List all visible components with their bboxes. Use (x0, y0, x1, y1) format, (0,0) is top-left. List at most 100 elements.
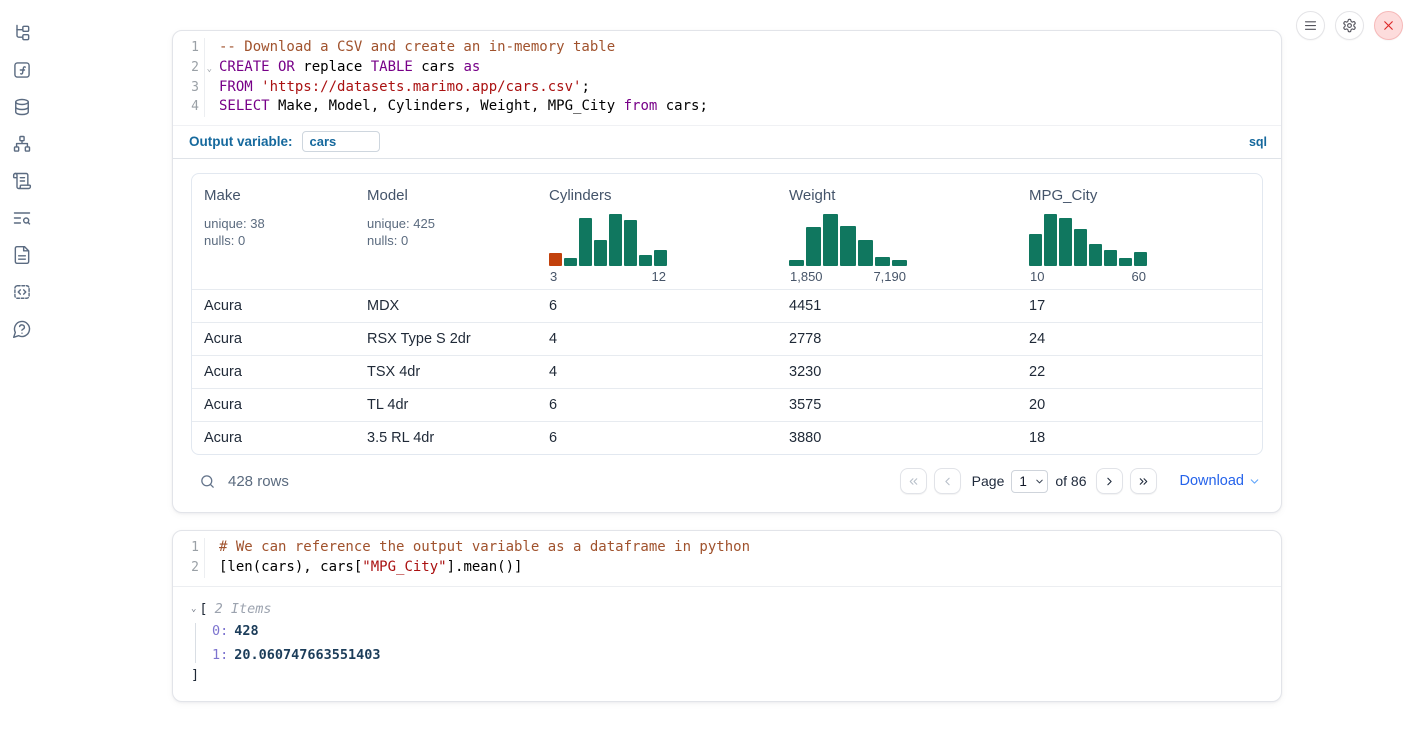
line-number: 2 (173, 558, 204, 578)
histogram-bar[interactable] (549, 253, 562, 267)
snippets-icon[interactable] (11, 281, 33, 303)
sql-code-editor[interactable]: 1-- Download a CSV and create an in-memo… (173, 31, 1281, 125)
column-header-make[interactable]: Makeunique: 38nulls: 0 (192, 187, 355, 284)
help-icon[interactable] (11, 318, 33, 340)
table-body: AcuraMDX6445117AcuraRSX Type S 2dr427782… (192, 289, 1262, 454)
tree-item: 1:20.060747663551403 (212, 647, 1265, 663)
menu-button[interactable] (1296, 11, 1325, 40)
histogram-bar[interactable] (1074, 229, 1087, 266)
close-button[interactable] (1374, 11, 1403, 40)
table-cell: 3230 (777, 364, 1017, 380)
datasources-icon[interactable] (11, 96, 33, 118)
axis-min-label: 1,850 (790, 269, 823, 284)
search-icon[interactable] (195, 473, 216, 490)
histogram-bar[interactable] (594, 240, 607, 266)
axis-max-label: 7,190 (873, 269, 906, 284)
documentation-icon[interactable] (11, 244, 33, 266)
histogram-bar[interactable] (1134, 252, 1147, 267)
table-row[interactable]: Acura3.5 RL 4dr6388018 (192, 421, 1262, 454)
column-header-weight[interactable]: Weight 1,850 7,190 (777, 187, 1017, 284)
line-number: 1 (173, 38, 204, 58)
chevron-down-icon (1248, 475, 1261, 488)
table-cell: 2778 (777, 331, 1017, 347)
table-cell: 3880 (777, 430, 1017, 446)
histogram-bar[interactable] (639, 255, 652, 266)
unique-count: unique: 38 (204, 216, 343, 233)
histogram-bar[interactable] (1119, 258, 1132, 266)
python-code-editor[interactable]: 1# We can reference the output variable … (173, 531, 1281, 586)
download-button[interactable]: Download (1180, 473, 1262, 489)
page-select[interactable]: 1 (1011, 470, 1048, 493)
table-row[interactable]: AcuraTSX 4dr4323022 (192, 355, 1262, 388)
table-cell: 3575 (777, 397, 1017, 413)
line-number: 2⌄ (173, 58, 204, 78)
histogram-bar[interactable] (654, 250, 667, 267)
histogram-bar[interactable] (1104, 250, 1117, 267)
settings-button[interactable] (1335, 11, 1364, 40)
histogram-bar[interactable] (1029, 234, 1042, 266)
histogram-bar[interactable] (806, 227, 821, 267)
table-cell: 18 (1017, 430, 1262, 446)
last-page-button[interactable] (1130, 468, 1157, 494)
next-page-button[interactable] (1096, 468, 1123, 494)
histogram-bar[interactable] (1059, 218, 1072, 266)
axis-max-label: 60 (1132, 269, 1146, 284)
histogram-bar[interactable] (789, 260, 804, 266)
histogram-bar[interactable] (564, 258, 577, 266)
histogram-bar[interactable] (858, 240, 873, 266)
histogram-bar[interactable] (579, 218, 592, 266)
functions-icon[interactable] (11, 59, 33, 81)
histogram-bar[interactable] (609, 214, 622, 266)
table-cell: 17 (1017, 298, 1262, 314)
file-tree-icon[interactable] (11, 22, 33, 44)
table-cell: 6 (537, 298, 777, 314)
left-sidebar (0, 0, 44, 340)
previous-page-button[interactable] (934, 468, 961, 494)
sql-cell: 1-- Download a CSV and create an in-memo… (172, 30, 1282, 513)
scratchpad-icon[interactable] (11, 170, 33, 192)
histogram-bar[interactable] (624, 220, 637, 266)
fold-chevron-icon[interactable]: ⌄ (207, 60, 212, 80)
code-text: # We can reference the output variable a… (204, 538, 750, 558)
table-row[interactable]: AcuraTL 4dr6357520 (192, 388, 1262, 421)
histogram-axis-labels: 1060 (1029, 269, 1147, 284)
column-name: Weight (789, 187, 1005, 204)
table-row[interactable]: AcuraRSX Type S 2dr4277824 (192, 322, 1262, 355)
column-header-cylinders[interactable]: Cylinders312 (537, 187, 777, 284)
column-header-model[interactable]: Modelunique: 425nulls: 0 (355, 187, 537, 284)
histogram-bar[interactable] (892, 260, 907, 266)
menu-icon (1303, 18, 1318, 33)
output-variable-label: Output variable: (189, 134, 293, 149)
table-cell: 6 (537, 430, 777, 446)
column-header-mpg_city[interactable]: MPG_City1060 (1017, 187, 1262, 284)
histogram-bar[interactable] (875, 257, 890, 266)
table-cell: TL 4dr (355, 397, 537, 413)
chevrons-left-icon (907, 475, 920, 488)
table-cell: TSX 4dr (355, 364, 537, 380)
code-text: CREATE OR replace TABLE cars as (204, 58, 480, 78)
dependency-graph-icon[interactable] (11, 133, 33, 155)
code-line: 2[len(cars), cars["MPG_City"].mean()] (173, 558, 1281, 578)
first-page-button[interactable] (900, 468, 927, 494)
tree-toggle[interactable]: ⌄ [ 2 Items (191, 601, 1265, 617)
axis-min-label: 3 (550, 269, 557, 284)
output-variable-input[interactable] (302, 131, 380, 152)
notebook: 1-- Download a CSV and create an in-memo… (172, 30, 1282, 702)
line-number: 1 (173, 538, 204, 558)
null-count: nulls: 0 (367, 233, 525, 250)
histogram-bar[interactable] (823, 214, 838, 266)
logs-icon[interactable] (11, 207, 33, 229)
table-row[interactable]: AcuraMDX6445117 (192, 289, 1262, 322)
tree-item-value: 20.060747663551403 (234, 647, 380, 663)
table-cell: RSX Type S 2dr (355, 331, 537, 347)
code-line: 1# We can reference the output variable … (173, 538, 1281, 558)
column-stats: unique: 425nulls: 0 (367, 216, 525, 249)
close-bracket: ] (191, 667, 1265, 683)
language-badge: sql (1249, 135, 1267, 149)
close-icon (1381, 18, 1396, 33)
histogram-bar[interactable] (1044, 214, 1057, 266)
histogram-bar[interactable] (1089, 244, 1102, 266)
data-table: Makeunique: 38nulls: 0Modelunique: 425nu… (191, 173, 1263, 455)
histogram-bar[interactable] (840, 226, 855, 267)
top-right-controls (1296, 11, 1403, 40)
